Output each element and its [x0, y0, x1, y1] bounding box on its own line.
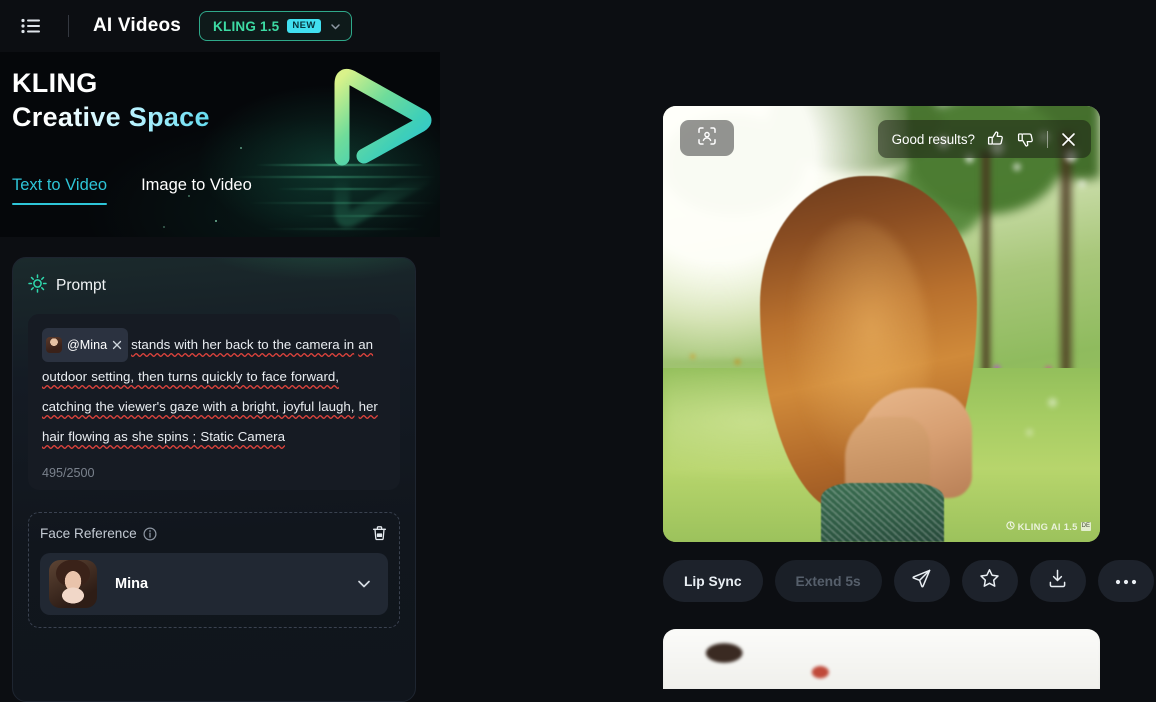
face-reference-selector[interactable]: Mina [40, 553, 388, 615]
next-video-thumbnail [663, 629, 1100, 689]
lip-sync-button[interactable]: Lip Sync [663, 560, 763, 602]
face-scan-button[interactable] [680, 120, 734, 156]
bokeh-light [1025, 428, 1033, 436]
video-preview-card[interactable]: Good results? KLING AI 1.5 DE [663, 106, 1100, 542]
sparkle-dot [215, 220, 217, 222]
watermark-text: KLING AI 1.5 [1017, 520, 1078, 532]
model-selector[interactable]: KLING 1.5 NEW [199, 11, 352, 41]
send-share-icon [911, 568, 932, 594]
bokeh-light [1047, 398, 1057, 408]
video-frame-image [663, 106, 1100, 542]
chevron-down-icon [329, 20, 342, 33]
star-icon [979, 568, 1000, 594]
new-badge: NEW [287, 19, 321, 33]
hero-banner: KLING Creative Space Text to Video Image… [0, 52, 440, 237]
subject-dress [821, 483, 944, 542]
mention-name: @Mina [67, 338, 108, 352]
model-label: KLING 1.5 [213, 18, 280, 34]
prompt-line-3: catching the viewer's gaze with a bright… [42, 399, 355, 414]
more-options-button[interactable] [1097, 560, 1154, 602]
left-panel: KLING Creative Space Text to Video Image… [0, 52, 440, 702]
close-x-icon[interactable] [1060, 131, 1077, 148]
scene-subject [750, 175, 986, 542]
tab-image-to-video[interactable]: Image to Video [141, 176, 252, 205]
face-reference-section: Face Reference Mina [28, 512, 400, 628]
hero-heading: KLING Creative Space [12, 66, 210, 134]
next-video-card-peek[interactable] [663, 629, 1100, 689]
download-icon [1047, 568, 1068, 594]
header-divider [68, 15, 69, 37]
kling-logo-reflection [312, 130, 437, 234]
bokeh-light [1012, 162, 1021, 171]
trash-icon[interactable] [371, 525, 388, 542]
extend-button[interactable]: Extend 5s [774, 560, 882, 602]
face-reference-name: Mina [115, 576, 149, 592]
video-action-bar: Lip Sync Extend 5s [663, 560, 1154, 602]
character-counter: 495/2500 [42, 466, 95, 480]
close-x-icon[interactable] [112, 340, 122, 350]
more-dots-icon [1115, 572, 1137, 590]
download-button[interactable] [1029, 560, 1086, 602]
hero-title-line2: Creative Space [12, 100, 210, 134]
prompt-header: Prompt [28, 274, 400, 298]
tab-text-to-video[interactable]: Text to Video [12, 176, 108, 205]
prompt-line-1: stands with her back to the camera in [131, 337, 355, 352]
favorite-button[interactable] [961, 560, 1018, 602]
feedback-label: Good results? [891, 131, 975, 147]
hero-title-line1: KLING [12, 68, 98, 98]
prompt-text-content: @Mina stands with her back to the camera… [42, 328, 386, 452]
face-reference-header: Face Reference [40, 525, 388, 542]
mina-avatar [46, 337, 62, 353]
mention-chip-mina[interactable]: @Mina [42, 328, 129, 362]
prompt-title: Prompt [56, 277, 106, 294]
watermark: KLING AI 1.5 DE [1005, 517, 1091, 535]
thumbs-down-icon[interactable] [1017, 130, 1035, 148]
face-reference-label: Face Reference [40, 526, 137, 541]
right-panel: Good results? KLING AI 1.5 DE Lip Sync E… [440, 52, 1156, 689]
mina-portrait-avatar [49, 560, 97, 608]
thumbs-up-icon[interactable] [987, 130, 1005, 148]
top-bar: AI Videos KLING 1.5 NEW [0, 0, 1156, 52]
main-content: KLING Creative Space Text to Video Image… [0, 52, 1156, 702]
info-circle-icon[interactable] [143, 526, 157, 541]
prompt-input[interactable]: @Mina stands with her back to the camera… [28, 314, 400, 490]
prompt-panel: Prompt @Mina stands with her back to the… [12, 257, 416, 702]
feedback-divider [1047, 130, 1048, 148]
kling-watermark-icon [1005, 517, 1015, 535]
watermark-sup: DE [1080, 521, 1091, 531]
feedback-bar: Good results? [877, 120, 1091, 158]
face-scan-icon [697, 126, 717, 151]
sparkle-dot [240, 147, 242, 149]
list-menu-icon [21, 18, 41, 34]
kling-play-logo-icon [312, 62, 437, 172]
share-button[interactable] [893, 560, 950, 602]
chevron-down-icon[interactable] [354, 574, 374, 594]
mode-tabs: Text to Video Image to Video [12, 176, 252, 205]
sparkle-sun-icon [28, 274, 47, 298]
list-menu-button[interactable] [16, 11, 46, 41]
sparkle-dot [163, 226, 165, 228]
page-title: AI Videos [93, 15, 182, 36]
